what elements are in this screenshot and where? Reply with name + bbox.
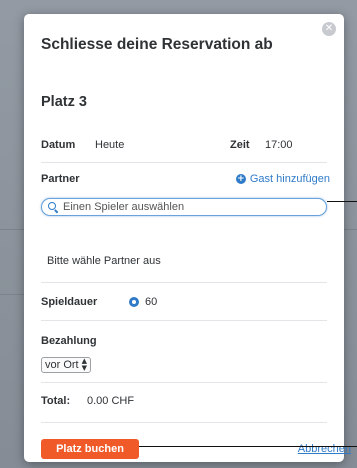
plus-circle-icon: + (235, 174, 246, 184)
partner-label: Partner (41, 173, 80, 185)
payment-select[interactable]: vor Ort ▲ ▼ (41, 357, 91, 373)
divider (41, 422, 327, 423)
divider (41, 282, 327, 283)
add-guest-label: Gast hinzufügen (249, 173, 330, 185)
close-icon[interactable]: ✕ (322, 22, 336, 36)
time-label: Zeit (230, 139, 250, 151)
background-divider (0, 294, 24, 295)
reservation-modal: ✕ Schliesse deine Reservation ab Platz 3… (24, 14, 351, 462)
total-label: Total: (41, 395, 71, 407)
time-value: 17:00 (265, 139, 293, 151)
payment-select-value: vor Ort (45, 359, 79, 371)
duration-radio-60[interactable] (129, 297, 139, 307)
annotation-pointer-line (139, 446, 357, 447)
duration-value: 60 (145, 296, 158, 308)
book-court-button[interactable]: Platz buchen (41, 439, 139, 459)
court-title: Platz 3 (41, 94, 87, 110)
date-label: Datum (41, 139, 76, 151)
search-icon (48, 201, 59, 213)
modal-title: Schliesse deine Reservation ab (41, 36, 273, 53)
divider (41, 320, 327, 321)
chevron-updown-icon: ▲ ▼ (81, 357, 88, 372)
date-value: Heute (95, 139, 125, 151)
background-divider (0, 229, 24, 230)
add-guest-link[interactable]: + Gast hinzufügen (235, 173, 330, 185)
cancel-link[interactable]: Abbrechen (298, 443, 351, 455)
background-divider (344, 229, 357, 230)
annotation-pointer-line (327, 201, 357, 202)
payment-label: Bezahlung (41, 335, 97, 347)
partner-hint: Bitte wähle Partner aus (47, 255, 161, 267)
divider (41, 162, 327, 163)
total-value: 0.00 CHF (87, 395, 135, 407)
player-search-field[interactable] (41, 198, 327, 216)
duration-label: Spieldauer (41, 296, 98, 308)
divider (41, 382, 327, 383)
player-search-input[interactable] (63, 201, 313, 213)
